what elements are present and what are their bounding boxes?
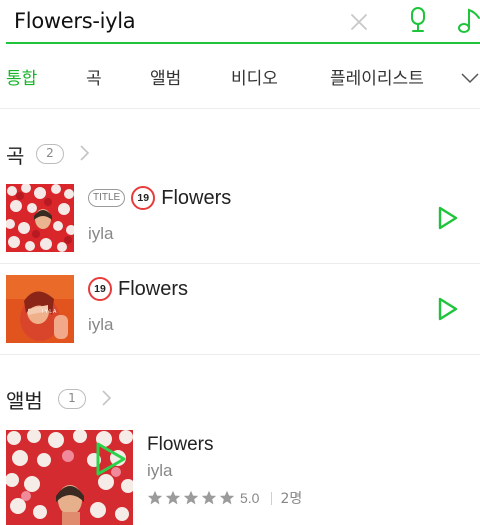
section-title: 앨범 xyxy=(6,389,43,413)
rating-separator xyxy=(271,491,273,505)
microphone-icon[interactable] xyxy=(406,6,430,36)
music-note-icon[interactable] xyxy=(455,6,480,36)
star-icon xyxy=(165,490,181,505)
album-artist[interactable]: iyla xyxy=(147,461,173,481)
song-row[interactable]: TITLE 19 Flowers iyla xyxy=(0,184,480,274)
rating-score: 5.0 xyxy=(240,490,260,506)
divider xyxy=(0,354,480,355)
tab-videos[interactable]: 비디오 xyxy=(231,64,278,89)
play-icon[interactable] xyxy=(437,296,459,322)
song-badges: TITLE 19 Flowers xyxy=(88,186,231,210)
section-title: 곡 xyxy=(6,144,25,168)
chevron-down-icon[interactable] xyxy=(460,68,480,88)
album-art[interactable] xyxy=(6,430,133,525)
star-icon xyxy=(201,490,217,505)
song-title: Flowers xyxy=(118,277,189,300)
tab-bar: 통합 곡 앨범 비디오 플레이리스트 xyxy=(0,58,480,98)
star-icon xyxy=(147,490,163,505)
song-title: Flowers xyxy=(161,186,232,209)
tab-integrated[interactable]: 통합 xyxy=(6,64,37,89)
close-icon[interactable] xyxy=(347,10,371,34)
rating-count: 2명 xyxy=(280,491,303,507)
tab-songs[interactable]: 곡 xyxy=(86,64,102,89)
play-icon[interactable] xyxy=(437,205,459,231)
song-artist[interactable]: iyla xyxy=(88,224,114,244)
age-rating-badge: 19 xyxy=(131,186,156,210)
album-art xyxy=(6,184,74,252)
album-title[interactable]: Flowers xyxy=(147,434,214,456)
divider xyxy=(0,108,480,109)
search-input[interactable]: Flowers-iyla xyxy=(14,9,136,33)
star-icon xyxy=(219,490,235,505)
song-badges: 19 Flowers xyxy=(88,277,188,301)
star-icon xyxy=(183,490,199,505)
search-bar: Flowers-iyla xyxy=(0,0,480,46)
search-underline xyxy=(6,42,480,44)
count-badge: 1 xyxy=(58,389,86,409)
play-icon[interactable] xyxy=(94,440,128,478)
svg-text:I Y L A: I Y L A xyxy=(42,309,57,315)
album-art: I Y L A xyxy=(6,275,74,343)
album-rating: 5.0 2명 xyxy=(147,488,302,508)
tab-playlists[interactable]: 플레이리스트 xyxy=(330,64,424,89)
tab-albums[interactable]: 앨범 xyxy=(150,64,181,89)
divider xyxy=(0,263,480,264)
age-rating-badge: 19 xyxy=(88,277,112,301)
song-row[interactable]: I Y L A 19 Flowers iyla xyxy=(0,275,480,365)
chevron-right-icon[interactable] xyxy=(78,142,92,164)
song-artist[interactable]: iyla xyxy=(88,315,114,335)
chevron-right-icon[interactable] xyxy=(100,387,114,409)
title-badge: TITLE xyxy=(88,189,126,207)
count-badge: 2 xyxy=(36,144,64,164)
